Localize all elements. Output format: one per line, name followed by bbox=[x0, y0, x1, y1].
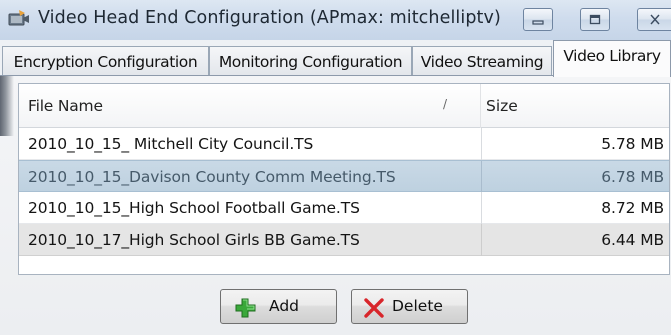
file-name-header-label: File Name bbox=[28, 97, 103, 115]
file-name-cell: 2010_10_17_High School Girls BB Game.TS bbox=[28, 231, 360, 249]
window-title: Video Head End Configuration (APmax: mit… bbox=[38, 8, 501, 28]
tab-video-library[interactable]: Video Library bbox=[553, 40, 671, 77]
close-button[interactable] bbox=[637, 8, 671, 31]
list-item[interactable]: 2010_10_15_High School Football Game.TS … bbox=[19, 192, 669, 224]
delete-button-label: Delete bbox=[392, 297, 443, 315]
list-item[interactable]: 2010_10_17_High School Girls BB Game.TS … bbox=[19, 224, 669, 256]
green-plus-icon bbox=[233, 297, 259, 323]
edge-shadow bbox=[0, 76, 14, 136]
title-bar[interactable]: Video Head End Configuration (APmax: mit… bbox=[0, 0, 671, 40]
app-icon bbox=[8, 9, 30, 29]
file-size-cell: 6.44 MB bbox=[601, 231, 664, 249]
delete-button[interactable]: Delete bbox=[351, 289, 468, 324]
file-name-cell: 2010_10_15_Davison County Comm Meeting.T… bbox=[28, 168, 396, 186]
column-divider bbox=[481, 161, 482, 193]
tab-monitoring-configuration[interactable]: Monitoring Configuration bbox=[209, 46, 412, 76]
file-name-cell: 2010_10_15_ Mitchell City Council.TS bbox=[28, 135, 314, 153]
minimize-icon bbox=[532, 10, 544, 29]
column-header-size[interactable]: Size bbox=[482, 84, 669, 128]
tab-video-streaming[interactable]: Video Streaming bbox=[412, 46, 552, 76]
close-icon bbox=[649, 10, 661, 29]
file-size-cell: 6.78 MB bbox=[601, 168, 664, 186]
list-item[interactable]: 2010_10_15_ Mitchell City Council.TS 5.7… bbox=[19, 128, 669, 160]
video-file-list[interactable]: File Name / Size 2010_10_15_ Mitchell Ci… bbox=[18, 83, 670, 275]
video-head-end-window: Video Head End Configuration (APmax: mit… bbox=[0, 0, 671, 335]
column-header-file-name[interactable]: File Name / bbox=[19, 84, 481, 128]
column-resize-indicator: / bbox=[443, 97, 447, 111]
column-divider bbox=[481, 224, 482, 256]
add-button[interactable]: Add bbox=[220, 289, 337, 324]
minimize-button[interactable] bbox=[523, 8, 553, 31]
tab-encryption-configuration[interactable]: Encryption Configuration bbox=[2, 46, 209, 76]
tab-strip: Encryption Configuration Monitoring Conf… bbox=[0, 40, 671, 77]
file-size-cell: 5.78 MB bbox=[601, 135, 664, 153]
file-size-cell: 8.72 MB bbox=[601, 199, 664, 217]
file-name-cell: 2010_10_15_High School Football Game.TS bbox=[28, 199, 360, 217]
list-header: File Name / Size bbox=[19, 84, 669, 128]
add-button-label: Add bbox=[269, 297, 300, 315]
column-divider bbox=[481, 192, 482, 224]
column-divider bbox=[481, 128, 482, 160]
maximize-icon bbox=[589, 10, 601, 29]
list-item-selected[interactable]: 2010_10_15_Davison County Comm Meeting.T… bbox=[19, 160, 669, 193]
maximize-button[interactable] bbox=[580, 8, 610, 31]
red-x-icon bbox=[362, 297, 386, 323]
